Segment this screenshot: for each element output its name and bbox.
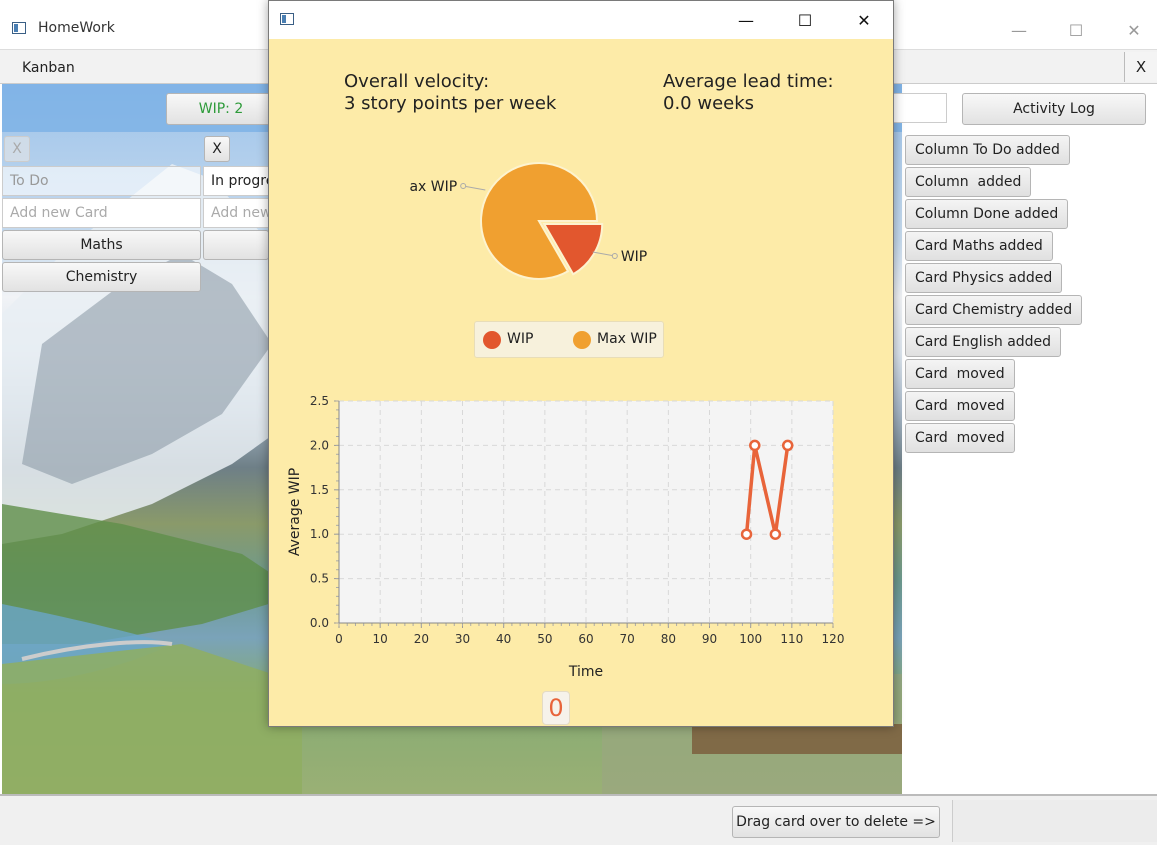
x-tick-label: 0 [335,632,343,646]
log-entry[interactable]: Card moved [905,423,1015,453]
y-tick-label: 1.5 [310,483,329,497]
log-entry[interactable]: Column added [905,167,1032,197]
delete-drop-zone[interactable] [952,800,1157,842]
x-tick-label: 70 [620,632,635,646]
dialog-minimize-icon[interactable]: — [723,5,769,35]
log-entry[interactable]: Card Physics added [905,263,1063,293]
add-card-field[interactable]: Add new Card [2,198,201,228]
y-axis-title: Average WIP [287,468,303,556]
legend-wip-label: WIP [507,331,534,347]
dialog-close-icon[interactable]: ✕ [841,5,887,35]
log-entry[interactable]: Column To Do added [905,135,1070,165]
pie-legend: WIP Max WIP [474,321,664,358]
statistics-dialog: — ☐ ✕ Overall velocity: 3 story points p… [268,0,894,727]
x-tick-label: 30 [455,632,470,646]
dialog-maximize-icon[interactable]: ☐ [782,5,828,35]
pie-leader-line [592,251,615,257]
log-entry[interactable]: Card moved [905,359,1015,389]
counter-badge: 0 [542,691,570,725]
pie-slice-label: Max WIP [409,179,457,195]
data-point [749,439,761,452]
close-icon[interactable]: ✕ [1111,15,1157,45]
card-button[interactable] [203,230,269,260]
lead-time-label: Average lead time: [663,71,834,92]
y-tick-label: 2.5 [310,394,329,408]
lead-time-value: 0.0 weeks [663,93,755,114]
x-axis-title: Time [568,664,603,680]
pie-leader-dot [611,253,618,259]
dialog-window-icon [280,13,294,25]
line-chart: 0 10 20 30 40 50 60 70 80 90 100 110 120 0.0 0.5 1.0 1.5… [287,394,845,680]
y-tick-label: 2.0 [310,438,329,452]
x-tick-label: 60 [578,632,593,646]
delete-drop-button[interactable]: Drag card over to delete => [732,806,940,838]
legend-max-wip-label: Max WIP [597,331,657,347]
column-close-button[interactable]: X [204,136,230,162]
wip-button[interactable]: WIP: 2 [166,93,276,125]
x-tick-label: 120 [822,632,845,646]
velocity-label: Overall velocity: [344,71,490,92]
x-tick-label: 110 [780,632,803,646]
log-entry[interactable]: Column Done added [905,199,1069,229]
x-tick-label: 10 [373,632,388,646]
menu-close-button[interactable]: X [1124,52,1157,82]
velocity-value: 3 story points per week [344,93,557,114]
y-tick-label: 0.5 [310,572,329,586]
window-title: HomeWork [38,20,115,36]
legend-wip-swatch [483,331,501,349]
data-point [781,439,794,452]
y-tick-label: 1.0 [310,527,329,541]
column-close-button[interactable]: X [4,136,30,162]
legend-max-wip-swatch [573,331,591,349]
column-name-field[interactable]: In progress [203,166,269,196]
pie-leader-line [463,185,486,191]
y-tick-label: 0.0 [310,616,329,630]
x-tick-label: 20 [414,632,429,646]
card-button[interactable]: Chemistry [2,262,201,292]
pie-chart: WIP Max WIP [409,162,647,280]
activity-log-button[interactable]: Activity Log [962,93,1146,125]
pie-slice-label: WIP [621,249,647,265]
menu-kanban[interactable]: Kanban [22,60,75,76]
x-tick-label: 50 [537,632,552,646]
log-entry[interactable]: Card English added [905,327,1062,357]
log-entry[interactable]: Card Chemistry added [905,295,1083,325]
top-input-field[interactable] [893,93,947,123]
data-point [740,528,753,540]
log-entry[interactable]: Card moved [905,391,1015,421]
x-tick-label: 100 [739,632,762,646]
x-tick-label: 40 [496,632,511,646]
x-tick-label: 90 [702,632,717,646]
data-point [769,528,782,540]
card-button[interactable]: Maths [2,230,201,260]
pie-leader-dot [460,183,467,189]
column-name-field[interactable]: To Do [2,166,201,196]
add-card-field[interactable]: Add new Card [203,198,269,228]
log-entry[interactable]: Card Maths added [905,231,1053,261]
minimize-icon[interactable]: — [996,15,1042,45]
maximize-icon[interactable]: ☐ [1053,15,1099,45]
x-tick-label: 80 [661,632,676,646]
app-window-icon [12,22,26,34]
